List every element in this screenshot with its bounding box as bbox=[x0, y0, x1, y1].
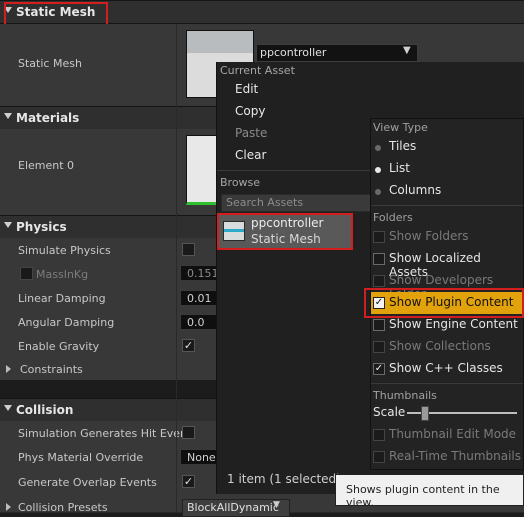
realtime-option[interactable]: Real-Time Thumbnails bbox=[389, 449, 521, 463]
material-thumbnail[interactable] bbox=[186, 135, 218, 205]
linear-damping-field[interactable]: 0.01 bbox=[180, 290, 220, 306]
show-cpp-checkbox[interactable]: ✓ bbox=[373, 363, 385, 375]
browse-heading: Browse bbox=[220, 176, 261, 189]
show-engine-option[interactable]: Show Engine Content bbox=[389, 317, 518, 331]
realtime-checkbox[interactable] bbox=[373, 451, 385, 463]
expand-right-icon[interactable] bbox=[6, 365, 11, 373]
presets-label: Collision Presets bbox=[18, 501, 108, 514]
search-placeholder: Search Assets bbox=[226, 196, 304, 209]
expand-triangle-icon[interactable] bbox=[4, 405, 12, 411]
element-label: Element 0 bbox=[18, 159, 75, 172]
asset-combo[interactable]: ppcontroller ▼ bbox=[256, 44, 418, 62]
show-folders-option[interactable]: Show Folders bbox=[389, 229, 469, 243]
phys-material-field[interactable]: None bbox=[180, 449, 220, 465]
view-tiles-option[interactable]: Tiles bbox=[389, 139, 416, 153]
thumbnail-sky bbox=[187, 31, 253, 53]
column-splitter[interactable] bbox=[176, 24, 177, 512]
view-columns-option[interactable]: Columns bbox=[389, 183, 441, 197]
presets-combo[interactable]: BlockAllDynamic ▼ bbox=[182, 499, 290, 517]
category-title: Materials bbox=[16, 111, 80, 125]
overlap-label: Generate Overlap Events bbox=[18, 476, 157, 489]
expand-triangle-icon[interactable] bbox=[4, 222, 12, 228]
radio-tiles[interactable] bbox=[375, 145, 381, 151]
show-developers-checkbox[interactable] bbox=[373, 275, 385, 287]
simulate-physics-label: Simulate Physics bbox=[18, 244, 111, 257]
presets-combo-label: BlockAllDynamic bbox=[187, 501, 279, 514]
linear-damping-label: Linear Damping bbox=[18, 292, 106, 305]
thumb-edit-checkbox[interactable] bbox=[373, 429, 385, 441]
asset-combo-label: ppcontroller bbox=[260, 46, 327, 59]
mass-field[interactable]: 0.1512 bbox=[180, 265, 226, 281]
angular-damping-field[interactable]: 0.0 bbox=[180, 314, 220, 330]
annotation-box-static-mesh bbox=[4, 2, 108, 26]
mass-label: MassInKg bbox=[36, 268, 89, 281]
category-title: Collision bbox=[16, 403, 74, 417]
enable-gravity-label: Enable Gravity bbox=[18, 340, 100, 353]
phys-material-label: Phys Material Override bbox=[18, 451, 144, 464]
sim-hit-label: Simulation Generates Hit Event bbox=[18, 427, 192, 440]
menu-item-edit[interactable]: Edit bbox=[235, 82, 258, 96]
menu-item-paste[interactable]: Paste bbox=[235, 126, 267, 140]
tooltip-text: Shows plugin content in the view. bbox=[346, 483, 500, 509]
thumb-edit-option[interactable]: Thumbnail Edit Mode bbox=[389, 427, 516, 441]
search-assets-input[interactable]: Search Assets bbox=[221, 194, 373, 212]
show-collections-option[interactable]: Show Collections bbox=[389, 339, 491, 353]
enable-gravity-checkbox[interactable]: ✓ bbox=[182, 339, 195, 352]
expand-right-icon[interactable] bbox=[6, 503, 11, 511]
menu-separator bbox=[371, 205, 523, 206]
show-localized-checkbox[interactable] bbox=[373, 253, 385, 265]
item-count-status: 1 item (1 selected) bbox=[227, 472, 341, 486]
show-folders-checkbox[interactable] bbox=[373, 231, 385, 243]
tooltip: Shows plugin content in the view. bbox=[335, 474, 524, 509]
show-engine-checkbox[interactable] bbox=[373, 319, 385, 331]
category-title: Physics bbox=[16, 220, 67, 234]
thumbnails-heading: Thumbnails bbox=[373, 389, 437, 402]
menu-separator bbox=[371, 383, 523, 384]
annotation-box-asset-item bbox=[217, 213, 353, 250]
radio-columns[interactable] bbox=[375, 189, 381, 195]
static-mesh-label: Static Mesh bbox=[18, 57, 82, 70]
view-list-option[interactable]: List bbox=[389, 161, 410, 175]
folders-heading: Folders bbox=[373, 211, 413, 224]
angular-damping-label: Angular Damping bbox=[18, 316, 115, 329]
current-asset-heading: Current Asset bbox=[220, 64, 295, 77]
show-collections-checkbox[interactable] bbox=[373, 341, 385, 353]
show-cpp-option[interactable]: Show C++ Classes bbox=[389, 361, 503, 375]
mass-override-checkbox[interactable] bbox=[20, 267, 33, 280]
scale-label: Scale bbox=[373, 405, 406, 419]
sim-hit-checkbox[interactable] bbox=[182, 426, 195, 439]
simulate-physics-checkbox[interactable] bbox=[182, 243, 195, 256]
chevron-down-icon: ▼ bbox=[273, 500, 280, 510]
constraints-label: Constraints bbox=[20, 363, 83, 376]
view-type-heading: View Type bbox=[373, 121, 428, 134]
radio-list[interactable] bbox=[375, 167, 381, 173]
overlap-checkbox[interactable]: ✓ bbox=[182, 475, 195, 488]
chevron-down-icon: ▼ bbox=[403, 45, 411, 56]
menu-item-copy[interactable]: Copy bbox=[235, 104, 265, 118]
scale-slider-handle[interactable] bbox=[421, 406, 429, 421]
annotation-box-plugin-content bbox=[364, 288, 524, 318]
menu-item-clear[interactable]: Clear bbox=[235, 148, 266, 162]
expand-triangle-icon[interactable] bbox=[4, 113, 12, 119]
